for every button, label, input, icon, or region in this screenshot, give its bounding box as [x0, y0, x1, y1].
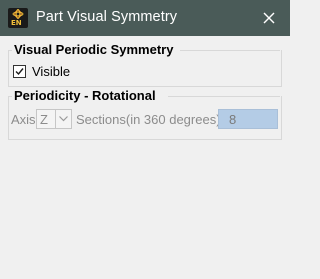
visible-label: Visible	[32, 64, 71, 79]
axis-dropdown-arrow[interactable]	[55, 110, 71, 128]
app-logo-icon: EN	[8, 8, 28, 28]
periodicity-rotational-legend: Periodicity - Rotational	[14, 88, 158, 103]
axis-dropdown-value: Z	[40, 112, 48, 127]
visible-checkbox-row[interactable]: Visible	[13, 64, 70, 79]
axis-label: Axis	[11, 112, 36, 127]
close-icon	[263, 12, 275, 24]
checkmark-icon	[15, 68, 24, 76]
close-button[interactable]	[254, 4, 284, 32]
axis-dropdown[interactable]: Z	[36, 109, 72, 129]
chevron-down-icon	[59, 116, 68, 122]
title-bar: EN Part Visual Symmetry	[0, 0, 290, 36]
window-title: Part Visual Symmetry	[36, 9, 178, 25]
app-icon-text: EN	[11, 19, 22, 27]
visual-periodic-symmetry-legend: Visual Periodic Symmetry	[14, 42, 176, 57]
visible-checkbox[interactable]	[13, 65, 26, 78]
sections-label: Sections(in 360 degrees)	[76, 112, 221, 127]
sections-input[interactable]: 8	[218, 109, 278, 129]
